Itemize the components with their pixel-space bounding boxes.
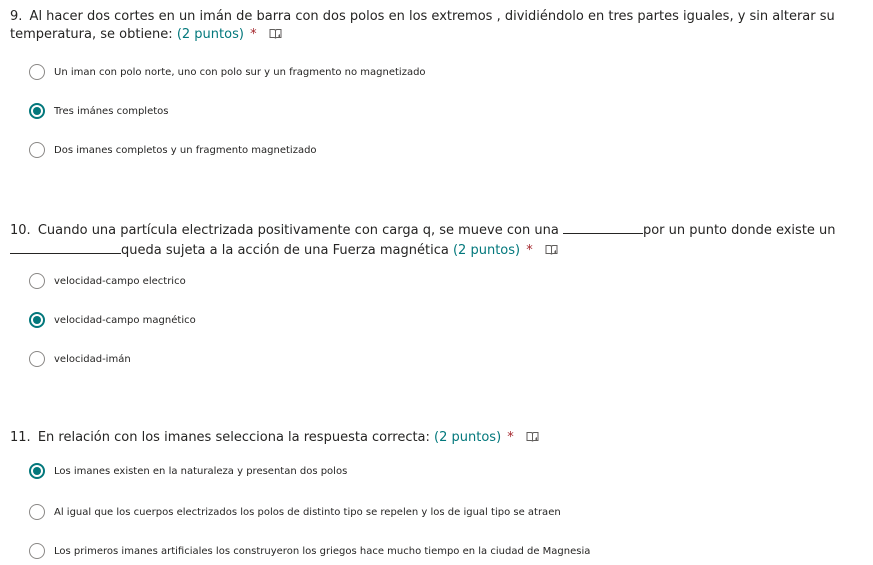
question-number: 11. — [10, 430, 31, 445]
question-points: (2 puntos) — [176, 27, 244, 42]
option-label: velocidad-campo magnético — [54, 314, 196, 326]
question-11-title: 11. En relación con los imanes seleccion… — [10, 429, 865, 447]
radio-button[interactable] — [29, 64, 45, 80]
required-mark: * — [507, 430, 514, 445]
option-q9-1[interactable]: Un iman con polo norte, uno con polo sur… — [29, 63, 426, 81]
question-number: 9. — [10, 9, 23, 24]
option-label: Los imanes existen en la naturaleza y pr… — [54, 465, 348, 477]
option-q10-2[interactable]: velocidad-campo magnético — [29, 311, 196, 329]
option-q10-1[interactable]: velocidad-campo electrico — [29, 272, 186, 290]
question-text: Al hacer dos cortes en un imán de barra … — [10, 9, 835, 42]
option-q11-2[interactable]: Al igual que los cuerpos electrizados lo… — [29, 503, 561, 521]
required-mark: * — [526, 243, 533, 258]
immersive-reader-icon[interactable] — [269, 28, 282, 40]
question-text-part3: queda sujeta a la acción de una Fuerza m… — [121, 243, 449, 258]
immersive-reader-icon[interactable] — [545, 244, 558, 256]
radio-button[interactable] — [29, 543, 45, 559]
option-q11-3[interactable]: Los primeros imanes artificiales los con… — [29, 542, 590, 560]
option-label: Tres imánes completos — [54, 105, 169, 117]
fill-blank-1 — [562, 220, 643, 234]
option-q11-1[interactable]: Los imanes existen en la naturaleza y pr… — [29, 462, 347, 480]
option-label: Los primeros imanes artificiales los con… — [54, 545, 591, 557]
radio-button[interactable] — [29, 351, 45, 367]
radio-button-selected[interactable] — [29, 463, 45, 479]
question-9-title: 9. Al hacer dos cortes en un imán de bar… — [10, 8, 865, 44]
radio-button-selected[interactable] — [29, 312, 45, 328]
radio-button[interactable] — [29, 504, 45, 520]
option-q9-3[interactable]: Dos imanes completos y un fragmento magn… — [29, 141, 317, 159]
option-q10-3[interactable]: velocidad-imán — [29, 350, 131, 368]
required-mark: * — [250, 27, 257, 42]
option-label: Un iman con polo norte, uno con polo sur… — [54, 66, 426, 78]
radio-button[interactable] — [29, 142, 45, 158]
question-points: (2 puntos) — [452, 243, 521, 258]
question-number: 10. — [10, 223, 31, 238]
fill-blank-2 — [10, 240, 121, 254]
immersive-reader-icon[interactable] — [526, 431, 539, 443]
option-q9-2[interactable]: Tres imánes completos — [29, 102, 168, 120]
question-text-part1: Cuando una partícula electrizada positiv… — [37, 223, 559, 238]
radio-button[interactable] — [29, 273, 45, 289]
option-label: Dos imanes completos y un fragmento magn… — [54, 144, 317, 156]
question-10-title: 10. Cuando una partícula electrizada pos… — [10, 220, 865, 260]
question-text-part2: por un punto donde existe un — [642, 223, 836, 238]
option-label: Al igual que los cuerpos electrizados lo… — [54, 506, 561, 518]
radio-button-selected[interactable] — [29, 103, 45, 119]
question-points: (2 puntos) — [434, 430, 502, 445]
option-label: velocidad-imán — [54, 353, 131, 365]
question-text: En relación con los imanes selecciona la… — [37, 430, 430, 445]
option-label: velocidad-campo electrico — [54, 275, 186, 287]
